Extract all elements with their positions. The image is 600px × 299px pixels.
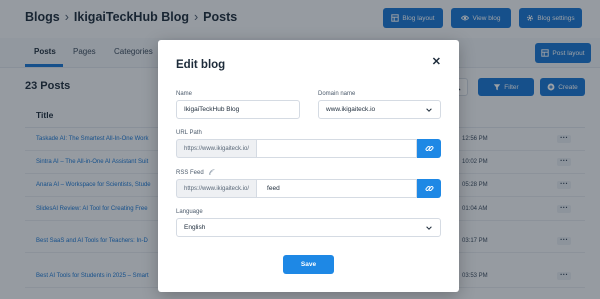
link-icon — [425, 146, 433, 151]
language-label: Language — [176, 209, 203, 215]
language-select[interactable]: English — [176, 218, 441, 237]
rss-feed-label: RSS Feed — [176, 170, 204, 176]
domain-value: www.ikigaiteck.io — [326, 106, 376, 113]
url-path-prefix: https://www.ikigaiteck.io/ — [176, 139, 257, 158]
rss-feed-prefix: https://www.ikigaiteck.io/ — [176, 179, 257, 198]
language-value: English — [184, 224, 206, 231]
domain-label: Domain name — [318, 91, 356, 97]
save-button[interactable]: Save — [283, 255, 334, 274]
close-icon[interactable]: ✕ — [432, 57, 441, 68]
url-path-label: URL Path — [176, 130, 202, 136]
rss-feed-group: https://www.ikigaiteck.io/ feed — [176, 179, 441, 198]
rss-feed-input[interactable]: feed — [256, 179, 417, 198]
url-path-link-button[interactable] — [417, 139, 441, 158]
name-field[interactable]: IkigaiTeckHub Blog — [176, 100, 300, 119]
link-icon — [425, 186, 433, 191]
rss-feed-link-button[interactable] — [417, 179, 441, 198]
modal-title: Edit blog — [176, 59, 226, 71]
url-path-group: https://www.ikigaiteck.io/ — [176, 139, 441, 158]
chevron-down-icon — [426, 107, 432, 112]
domain-select[interactable]: www.ikigaiteck.io — [318, 100, 441, 119]
name-label: Name — [176, 91, 193, 97]
chevron-down-icon — [426, 225, 432, 230]
edit-blog-modal: Edit blog ✕ Name IkigaiTeckHub Blog Doma… — [158, 40, 459, 292]
url-path-input[interactable] — [256, 139, 417, 158]
rss-icon — [209, 169, 215, 175]
